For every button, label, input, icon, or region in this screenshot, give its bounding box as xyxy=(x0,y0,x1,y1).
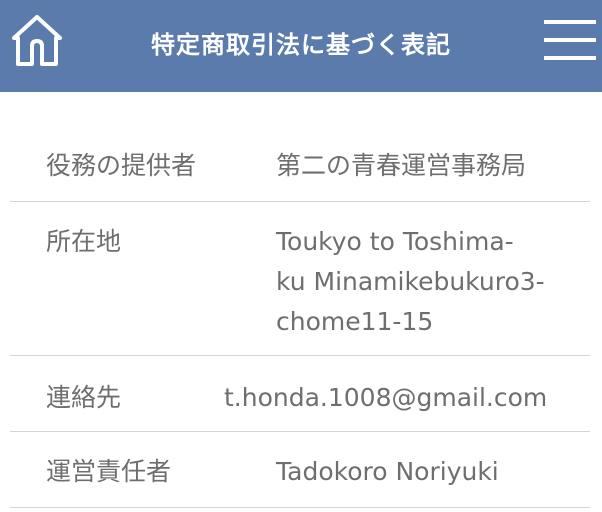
table-row-contact: 連絡先 t.honda.1008@gmail.com xyxy=(10,356,590,432)
address-line: chome11-15 xyxy=(276,307,434,336)
row-value: Tadokoro Noriyuki xyxy=(276,457,499,486)
row-value: 第二の青春運営事務局 xyxy=(276,151,527,180)
table-row-manager: 運営責任者 Tadokoro Noriyuki xyxy=(10,432,590,508)
menu-button[interactable] xyxy=(544,18,596,62)
row-label: 運営責任者 xyxy=(46,457,172,486)
address-line: ku Minamikebukuro3- xyxy=(276,267,545,296)
row-label: 連絡先 xyxy=(46,383,122,412)
row-label: 所在地 xyxy=(46,227,122,256)
header-bar: 特定商取引法に基づく表記 xyxy=(0,0,602,92)
page-title: 特定商取引法に基づく表記 xyxy=(151,31,451,59)
table-row-provider: 役務の提供者 第二の青春運営事務局 xyxy=(10,126,590,202)
row-value-address: Toukyo to Toshima- ku Minamikebukuro3- c… xyxy=(230,222,590,342)
hamburger-menu-icon xyxy=(544,20,596,60)
contact-email[interactable]: t.honda.1008@gmail.com xyxy=(224,378,590,418)
info-table: 役務の提供者 第二の青春運営事務局 所在地 Toukyo to Toshima-… xyxy=(10,126,590,508)
row-label: 役務の提供者 xyxy=(46,151,197,180)
address-line: Toukyo to Toshima- xyxy=(276,227,514,256)
table-row-address: 所在地 Toukyo to Toshima- ku Minamikebukuro… xyxy=(10,202,590,356)
